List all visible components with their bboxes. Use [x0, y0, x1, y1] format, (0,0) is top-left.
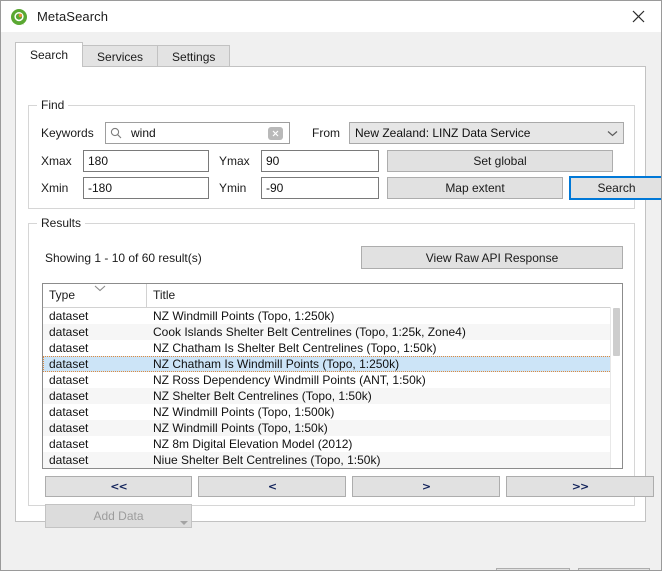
column-header-type[interactable]: Type	[43, 284, 147, 307]
results-table-scrollbar[interactable]	[610, 307, 622, 468]
ymax-label: Ymax	[219, 150, 250, 172]
table-row[interactable]: datasetNZ Chatham Is Windmill Points (To…	[43, 356, 622, 372]
table-row[interactable]: datasetCook Islands Shelter Belt Centrel…	[43, 324, 622, 340]
page-last-label: >>	[572, 480, 588, 493]
table-row[interactable]: datasetNZ Shelter Belt Centrelines (Topo…	[43, 388, 622, 404]
tab-services[interactable]: Services	[82, 45, 158, 67]
cell-type: dataset	[43, 356, 147, 372]
dialog-client-area: Search Services Settings Find Keywords w…	[2, 32, 661, 570]
keywords-input[interactable]: wind	[105, 122, 290, 144]
table-row[interactable]: datasetNZ Windmill Points (Topo, 1:500k)	[43, 404, 622, 420]
close-window-button[interactable]	[615, 1, 661, 32]
ymax-input[interactable]: 90	[261, 150, 379, 172]
chevron-down-icon	[601, 130, 623, 137]
cell-type: dataset	[43, 324, 147, 340]
xmin-input[interactable]: -180	[83, 177, 209, 199]
page-next-label: >	[422, 480, 430, 493]
xmax-label: Xmax	[41, 150, 72, 172]
add-data-button[interactable]: Add Data	[45, 504, 192, 528]
table-row[interactable]: datasetNZ Ross Dependency Windmill Point…	[43, 372, 622, 388]
magnifier-icon	[110, 127, 122, 139]
table-row[interactable]: datasetNiue Shelter Belt Centrelines (To…	[43, 452, 622, 468]
column-header-title[interactable]: Title	[147, 284, 622, 307]
cell-title: Niue Shelter Belt Centrelines (Topo, 1:5…	[147, 452, 622, 468]
results-group: Results Showing 1 - 10 of 60 result(s) V…	[28, 223, 635, 506]
table-row[interactable]: datasetNZ Windmill Points (Topo, 1:250k)	[43, 308, 622, 324]
table-row[interactable]: datasetNZ 8m Digital Elevation Model (20…	[43, 436, 622, 452]
cell-title: NZ Windmill Points (Topo, 1:250k)	[147, 308, 622, 324]
tab-settings[interactable]: Settings	[157, 45, 230, 67]
service-select-value: New Zealand: LINZ Data Service	[355, 126, 601, 140]
scrollbar-thumb[interactable]	[613, 308, 620, 356]
page-last-button[interactable]: >>	[506, 476, 654, 497]
xmin-label: Xmin	[41, 177, 68, 199]
search-button[interactable]: Search	[569, 176, 662, 200]
find-group: Find Keywords wind From	[28, 105, 635, 209]
cell-type: dataset	[43, 388, 147, 404]
cell-title: NZ 8m Digital Elevation Model (2012)	[147, 436, 622, 452]
results-table-body: datasetNZ Windmill Points (Topo, 1:250k)…	[43, 308, 622, 468]
cell-type: dataset	[43, 308, 147, 324]
add-data-label: Add Data	[93, 509, 143, 523]
service-select[interactable]: New Zealand: LINZ Data Service	[349, 122, 624, 144]
table-row[interactable]: datasetNZ Chatham Is Shelter Belt Centre…	[43, 340, 622, 356]
map-extent-button[interactable]: Map extent	[387, 177, 563, 199]
results-table[interactable]: Type Title datasetNZ Windmill Points (To…	[42, 283, 623, 469]
chevron-down-icon	[94, 285, 106, 292]
window-title: MetaSearch	[37, 9, 108, 24]
ymin-input[interactable]: -90	[261, 177, 379, 199]
cell-type: dataset	[43, 452, 147, 468]
search-tab-page: Find Keywords wind From	[15, 66, 646, 522]
close-icon	[632, 10, 645, 23]
cell-type: dataset	[43, 340, 147, 356]
from-label: From	[312, 122, 340, 144]
page-prev-button[interactable]: <	[198, 476, 346, 497]
cell-title: NZ Chatham Is Shelter Belt Centrelines (…	[147, 340, 622, 356]
keywords-label: Keywords	[41, 122, 94, 144]
xmax-input[interactable]: 180	[83, 150, 209, 172]
page-next-button[interactable]: >	[352, 476, 500, 497]
column-header-title-label: Title	[153, 288, 175, 302]
results-count-label: Showing 1 - 10 of 60 result(s)	[45, 251, 202, 265]
table-row[interactable]: datasetNZ Windmill Points (Topo, 1:50k)	[43, 420, 622, 436]
cell-title: NZ Shelter Belt Centrelines (Topo, 1:50k…	[147, 388, 622, 404]
clear-text-icon[interactable]	[268, 127, 283, 140]
qgis-logo-icon	[10, 8, 28, 26]
triangle-down-icon	[180, 521, 188, 525]
metasearch-dialog: MetaSearch Search Services Settings Find…	[0, 0, 662, 571]
find-group-title: Find	[37, 99, 68, 111]
cell-type: dataset	[43, 420, 147, 436]
tab-search[interactable]: Search	[15, 42, 83, 67]
results-table-header: Type Title	[43, 284, 622, 308]
cell-type: dataset	[43, 404, 147, 420]
cell-title: NZ Windmill Points (Topo, 1:50k)	[147, 420, 622, 436]
results-group-title: Results	[37, 217, 85, 229]
page-prev-label: <	[268, 480, 276, 493]
cell-type: dataset	[43, 436, 147, 452]
keywords-value[interactable]: wind	[122, 126, 268, 140]
cell-title: NZ Ross Dependency Windmill Points (ANT,…	[147, 372, 622, 388]
cell-title: NZ Windmill Points (Topo, 1:500k)	[147, 404, 622, 420]
cell-title: NZ Chatham Is Windmill Points (Topo, 1:2…	[147, 356, 622, 372]
ymin-label: Ymin	[219, 177, 246, 199]
column-header-type-label: Type	[49, 288, 75, 302]
cell-title: Cook Islands Shelter Belt Centrelines (T…	[147, 324, 622, 340]
page-first-button[interactable]: <<	[45, 476, 192, 497]
tab-bar: Search Services Settings	[15, 43, 229, 67]
set-global-button[interactable]: Set global	[387, 150, 613, 172]
title-bar: MetaSearch	[1, 1, 661, 32]
view-raw-api-response-button[interactable]: View Raw API Response	[361, 246, 623, 269]
cell-type: dataset	[43, 372, 147, 388]
page-first-label: <<	[110, 480, 126, 493]
